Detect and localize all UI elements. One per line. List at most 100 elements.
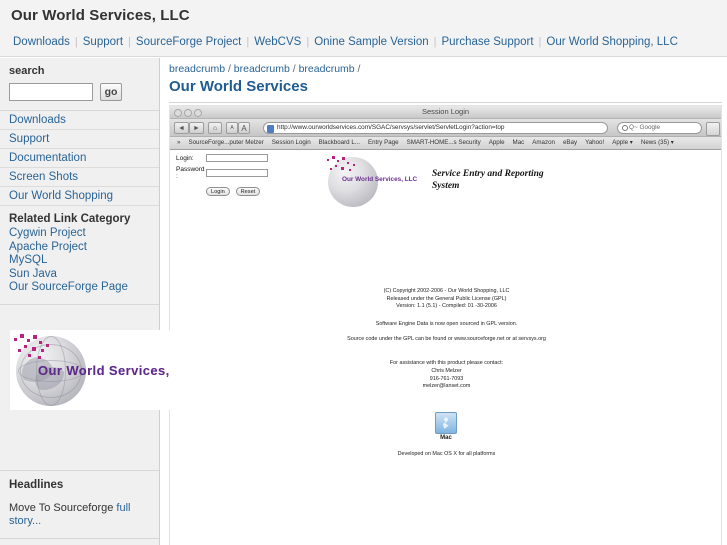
breadcrumb-item-1[interactable]: breadcrumb bbox=[169, 63, 225, 75]
browser-window-title: Session Login bbox=[421, 107, 470, 116]
site-title: Our World Services, LLC bbox=[11, 7, 190, 24]
text-larger-icon[interactable]: A bbox=[238, 121, 250, 134]
login-submit-button[interactable]: Login bbox=[206, 187, 230, 196]
browser-toolbar: ◄ ► ⌂ A A http://www.ourworldservices.co… bbox=[170, 119, 721, 137]
bookmark-item[interactable]: Blackboard L... bbox=[315, 137, 364, 149]
sidebar-item-documentation[interactable]: Documentation bbox=[0, 149, 159, 168]
search-input[interactable] bbox=[9, 83, 93, 101]
company-logo-panel: Our World Services, LLC bbox=[10, 330, 170, 410]
sidebar-item-our-world-shopping[interactable]: Our World Shopping bbox=[0, 187, 159, 206]
main-content: breadcrumb / breadcrumb / breadcrumb / O… bbox=[161, 58, 727, 545]
bookmark-item[interactable]: Entry Page bbox=[364, 137, 403, 149]
sidebar: search go Downloads Support Documentatio… bbox=[0, 58, 160, 545]
page-title: Our World Services bbox=[169, 78, 308, 95]
nav-item-purchase-support[interactable]: Purchase Support bbox=[436, 36, 538, 48]
related-link-mysql[interactable]: MySQL bbox=[9, 254, 150, 268]
bookmark-item[interactable]: Yahoo! bbox=[581, 137, 608, 149]
sidebar-link-label[interactable]: Support bbox=[9, 133, 150, 145]
bookmark-chevron-icon[interactable]: » bbox=[173, 137, 184, 149]
primary-nav: Downloads | Support | SourceForge Project | We… bbox=[8, 36, 683, 48]
search-icon bbox=[622, 125, 628, 131]
bookmark-item[interactable]: News (35) ▾ bbox=[637, 137, 678, 149]
contact-line-1: For assistance with this product please … bbox=[389, 360, 504, 366]
nav-item-support[interactable]: Support bbox=[78, 36, 128, 48]
contact-phone: 916-761-7093 bbox=[429, 375, 464, 382]
nav-item-downloads[interactable]: Downloads bbox=[8, 36, 75, 48]
related-link-cygwin-project[interactable]: Cygwin Project bbox=[9, 227, 150, 241]
sidebar-item-support[interactable]: Support bbox=[0, 130, 159, 149]
home-icon[interactable]: ⌂ bbox=[208, 121, 222, 134]
site-header: Our World Services, LLC Downloads | Suppor… bbox=[0, 0, 727, 57]
site-favicon-icon bbox=[267, 124, 274, 133]
breadcrumb-separator: / bbox=[227, 63, 231, 75]
headline-text: Move To Sourceforge bbox=[9, 502, 117, 514]
sparkle-decoration bbox=[12, 332, 64, 366]
url-text: http://www.ourworldservices.com/SGAC/ser… bbox=[277, 124, 505, 131]
login-reset-button[interactable]: Reset bbox=[235, 187, 261, 196]
mac-label: Mac bbox=[440, 435, 452, 441]
mac-badge: Mac bbox=[432, 412, 460, 444]
password-input[interactable] bbox=[206, 169, 268, 177]
bookmark-item[interactable]: Amazon bbox=[528, 137, 559, 149]
login-input[interactable] bbox=[206, 154, 268, 162]
breadcrumb-item-2[interactable]: breadcrumb bbox=[234, 63, 290, 75]
title-divider bbox=[169, 102, 722, 103]
login-form: Login: Password : Login Reset bbox=[176, 154, 268, 196]
back-icon[interactable]: ◄ bbox=[174, 121, 189, 134]
login-form-buttons: Login Reset bbox=[206, 187, 268, 196]
page-heading: Service Entry and Reporting System bbox=[432, 169, 544, 191]
breadcrumb-separator: / bbox=[357, 63, 361, 75]
bookmark-item[interactable]: Apple bbox=[485, 137, 509, 149]
headlines-title: Headlines bbox=[9, 479, 64, 491]
screenshot-image: Session Login ◄ ► ⌂ A A http://www.ourwo… bbox=[169, 105, 722, 545]
breadcrumb-item-3[interactable]: breadcrumb bbox=[299, 63, 355, 75]
bookmark-item[interactable]: Session Login bbox=[268, 137, 315, 149]
bookmark-item[interactable]: Mac bbox=[509, 137, 529, 149]
rss-icon[interactable] bbox=[706, 121, 720, 136]
login-label: Login: bbox=[176, 154, 194, 162]
password-field-row: Password : bbox=[176, 166, 268, 180]
bookmark-item[interactable]: Apple ▾ bbox=[608, 137, 637, 149]
search-label: search bbox=[9, 65, 45, 77]
sidebar-link-label[interactable]: Documentation bbox=[9, 152, 150, 164]
related-link-apache-project[interactable]: Apache Project bbox=[9, 241, 150, 255]
sidebar-item-screen-shots[interactable]: Screen Shots bbox=[0, 168, 159, 187]
related-link-sun-java[interactable]: Sun Java bbox=[9, 268, 150, 282]
forward-icon[interactable]: ► bbox=[189, 121, 204, 134]
breadcrumb-separator: / bbox=[292, 63, 296, 75]
login-field-row: Login: bbox=[176, 154, 268, 162]
nav-item-our-world-shopping[interactable]: Our World Shopping, LLC bbox=[541, 36, 682, 48]
password-label: Password : bbox=[176, 166, 205, 180]
nav-item-online-sample-version[interactable]: Onine Sample Version bbox=[309, 36, 433, 48]
copyright-line-2: Released under the General Public Licens… bbox=[386, 295, 507, 302]
sidebar-link-label[interactable]: Our World Shopping bbox=[9, 190, 150, 202]
search-go-button[interactable]: go bbox=[100, 83, 122, 101]
sidebar-related-links-block: Related Link Category Cygwin Project Apa… bbox=[0, 206, 159, 305]
nav-item-sourceforge-project[interactable]: SourceForge Project bbox=[131, 36, 246, 48]
page-brand-text: Our World Services, LLC bbox=[342, 176, 418, 183]
search-placeholder-text: Q~ Google bbox=[629, 124, 661, 131]
text-smaller-icon[interactable]: A bbox=[226, 121, 238, 134]
url-bar[interactable]: http://www.ourworldservices.com/SGAC/ser… bbox=[263, 121, 608, 134]
bookmarks-bar: » SourceForge...puter Melzer Session Login… bbox=[170, 137, 721, 150]
sidebar-link-label[interactable]: Screen Shots bbox=[9, 171, 150, 183]
browser-titlebar: Session Login bbox=[170, 106, 721, 119]
bookmark-item[interactable]: SMART-HOME...s Security bbox=[403, 137, 485, 149]
search-row: go bbox=[9, 83, 150, 101]
copyright-line-3: Version: 1.1 (5.1) - Compiled: 01 -30-20… bbox=[396, 303, 497, 309]
sidebar-item-downloads[interactable]: Downloads bbox=[0, 111, 159, 130]
platform-note: Developed on Mac OS X for all platforms bbox=[397, 451, 496, 457]
browser-search-field[interactable]: Q~ Google bbox=[617, 121, 702, 134]
headlines-body: Move To Sourceforge full story... bbox=[9, 502, 150, 528]
nav-item-webcvs[interactable]: WebCVS bbox=[249, 36, 306, 48]
headlines-block: Headlines Move To Sourceforge full story… bbox=[0, 470, 159, 539]
related-links-title: Related Link Category bbox=[9, 213, 131, 225]
bookmark-item[interactable]: eBay bbox=[559, 137, 581, 149]
contact-name: Chris Melzer bbox=[431, 367, 462, 374]
contact-email: melzer@lanset.com bbox=[422, 383, 471, 390]
related-link-our-sourceforge-page[interactable]: Our SourceForge Page bbox=[9, 281, 150, 295]
sidebar-link-label[interactable]: Downloads bbox=[9, 114, 150, 126]
sidebar-search-block: search go bbox=[0, 58, 159, 111]
bookmark-item[interactable]: SourceForge...puter Melzer bbox=[184, 137, 267, 149]
company-logo-text: Our World Services, LLC bbox=[38, 363, 170, 378]
